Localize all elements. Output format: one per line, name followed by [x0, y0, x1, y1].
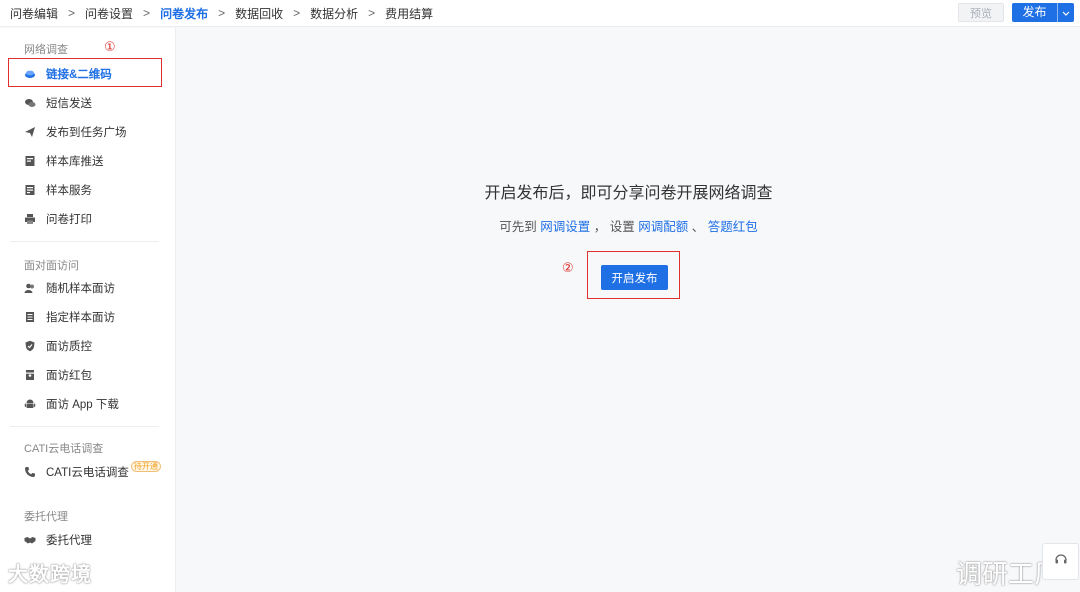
- link-quota[interactable]: 网调配额: [638, 220, 688, 234]
- watermark-left: 大数跨境: [8, 564, 92, 586]
- customer-service-button[interactable]: [1042, 543, 1079, 580]
- sidebar-item-random-interview[interactable]: 随机样本面访: [24, 277, 115, 299]
- android-icon: [24, 398, 36, 410]
- sidebar-item-label: 样本库推送: [46, 156, 104, 168]
- breadcrumb: 问卷编辑 > 问卷设置 > 问卷发布 > 数据回收 > 数据分析 > 费用结算: [0, 5, 433, 22]
- sidebar-item-label: 短信发送: [46, 98, 92, 110]
- send-icon: [24, 126, 36, 138]
- sidebar-item-cati[interactable]: CATI云电话调查 待开通: [24, 460, 161, 483]
- sidebar-item-label: 链接&二维码: [46, 69, 112, 81]
- group-title-face-to-face: 面对面访问: [24, 260, 79, 272]
- breadcrumb-publish[interactable]: 问卷发布: [160, 5, 208, 22]
- sidebar-divider: [10, 241, 159, 242]
- hint-middle: ， 设置: [593, 220, 635, 234]
- annotation-1: ①: [104, 39, 116, 54]
- sidebar-item-label: 指定样本面访: [46, 312, 115, 324]
- group-title-cati: CATI云电话调查: [24, 443, 104, 455]
- group-title-online: 网络调查: [24, 44, 68, 56]
- shield-icon: [24, 340, 36, 352]
- start-publish-button[interactable]: 开启发布: [601, 265, 668, 290]
- breadcrumb-separator: >: [368, 6, 376, 20]
- sidebar-item-label: 委托代理: [46, 535, 92, 547]
- breadcrumb-edit[interactable]: 问卷编辑: [10, 5, 58, 22]
- document-icon: [24, 311, 36, 323]
- sidebar-item-label: 发布到任务广场: [46, 127, 127, 139]
- phone-icon: [24, 466, 36, 478]
- link-red-packet[interactable]: 答题红包: [708, 220, 758, 234]
- preview-button[interactable]: 预览: [958, 3, 1004, 22]
- publish-button[interactable]: 发布: [1012, 3, 1074, 22]
- sidebar-item-link-qrcode[interactable]: 链接&二维码: [24, 63, 112, 85]
- sidebar-item-agency[interactable]: 委托代理: [24, 529, 92, 551]
- top-actions: 预览 发布: [958, 3, 1074, 22]
- sidebar-item-label: 面访红包: [46, 370, 92, 382]
- sidebar-item-label: 样本服务: [46, 185, 92, 197]
- sidebar-item-print[interactable]: 问卷打印: [24, 208, 92, 230]
- sample-service-icon: [24, 184, 36, 196]
- sidebar-item-interview-qc[interactable]: 面访质控: [24, 335, 92, 357]
- hint-separator: 、: [691, 220, 705, 234]
- main-content: 开启发布后，即可分享问卷开展网络调查 可先到 网调设置 ， 设置 网调配额 、 …: [177, 28, 1080, 592]
- publish-headline: 开启发布后，即可分享问卷开展网络调查: [484, 185, 773, 202]
- link-network-settings[interactable]: 网调设置: [540, 220, 590, 234]
- chat-icon: [24, 97, 36, 109]
- sidebar-item-assigned-interview[interactable]: 指定样本面访: [24, 306, 115, 328]
- red-packet-icon: [24, 369, 36, 381]
- handshake-icon: [24, 534, 36, 546]
- sidebar-item-label: 问卷打印: [46, 214, 92, 226]
- breadcrumb-analysis[interactable]: 数据分析: [310, 5, 358, 22]
- breadcrumb-separator: >: [293, 6, 301, 20]
- breadcrumb-separator: >: [218, 6, 226, 20]
- print-icon: [24, 213, 36, 225]
- sidebar-item-sample-service[interactable]: 样本服务: [24, 179, 92, 201]
- sidebar-item-sms[interactable]: 短信发送: [24, 92, 92, 114]
- status-badge: 待开通: [130, 460, 161, 472]
- chevron-down-icon[interactable]: [1058, 8, 1074, 18]
- hint-prefix: 可先到: [499, 220, 537, 234]
- sidebar-item-sample-push[interactable]: 样本库推送: [24, 150, 104, 172]
- breadcrumb-collect[interactable]: 数据回收: [235, 5, 283, 22]
- link-icon: [24, 68, 36, 80]
- sidebar-item-task-square[interactable]: 发布到任务广场: [24, 121, 127, 143]
- breadcrumb-settings[interactable]: 问卷设置: [85, 5, 133, 22]
- breadcrumb-separator: >: [143, 6, 151, 20]
- sidebar-item-label: 随机样本面访: [46, 283, 115, 295]
- users-icon: [24, 282, 36, 294]
- breadcrumb-billing[interactable]: 费用结算: [385, 5, 433, 22]
- sidebar-item-interview-red-packet[interactable]: 面访红包: [24, 364, 92, 386]
- breadcrumb-separator: >: [68, 6, 76, 20]
- group-title-agency: 委托代理: [24, 511, 68, 523]
- sidebar-divider: [10, 426, 159, 427]
- sidebar: 网络调查 ① 链接&二维码 短信发送 发布到任务广场 样本库推送 样本服务 问卷…: [0, 28, 176, 592]
- annotation-2: ②: [562, 260, 574, 275]
- publish-hint: 可先到 网调设置 ， 设置 网调配额 、 答题红包: [177, 216, 1080, 235]
- top-bar: 问卷编辑 > 问卷设置 > 问卷发布 > 数据回收 > 数据分析 > 费用结算 …: [0, 0, 1080, 27]
- sidebar-item-label: 面访 App 下载: [46, 399, 119, 411]
- publish-button-label: 发布: [1012, 3, 1058, 22]
- sidebar-item-label: 面访质控: [46, 341, 92, 353]
- sample-push-icon: [24, 155, 36, 167]
- sidebar-item-app-download[interactable]: 面访 App 下载: [24, 393, 119, 415]
- sidebar-item-label: CATI云电话调查: [46, 467, 129, 479]
- headset-icon: [1054, 552, 1068, 571]
